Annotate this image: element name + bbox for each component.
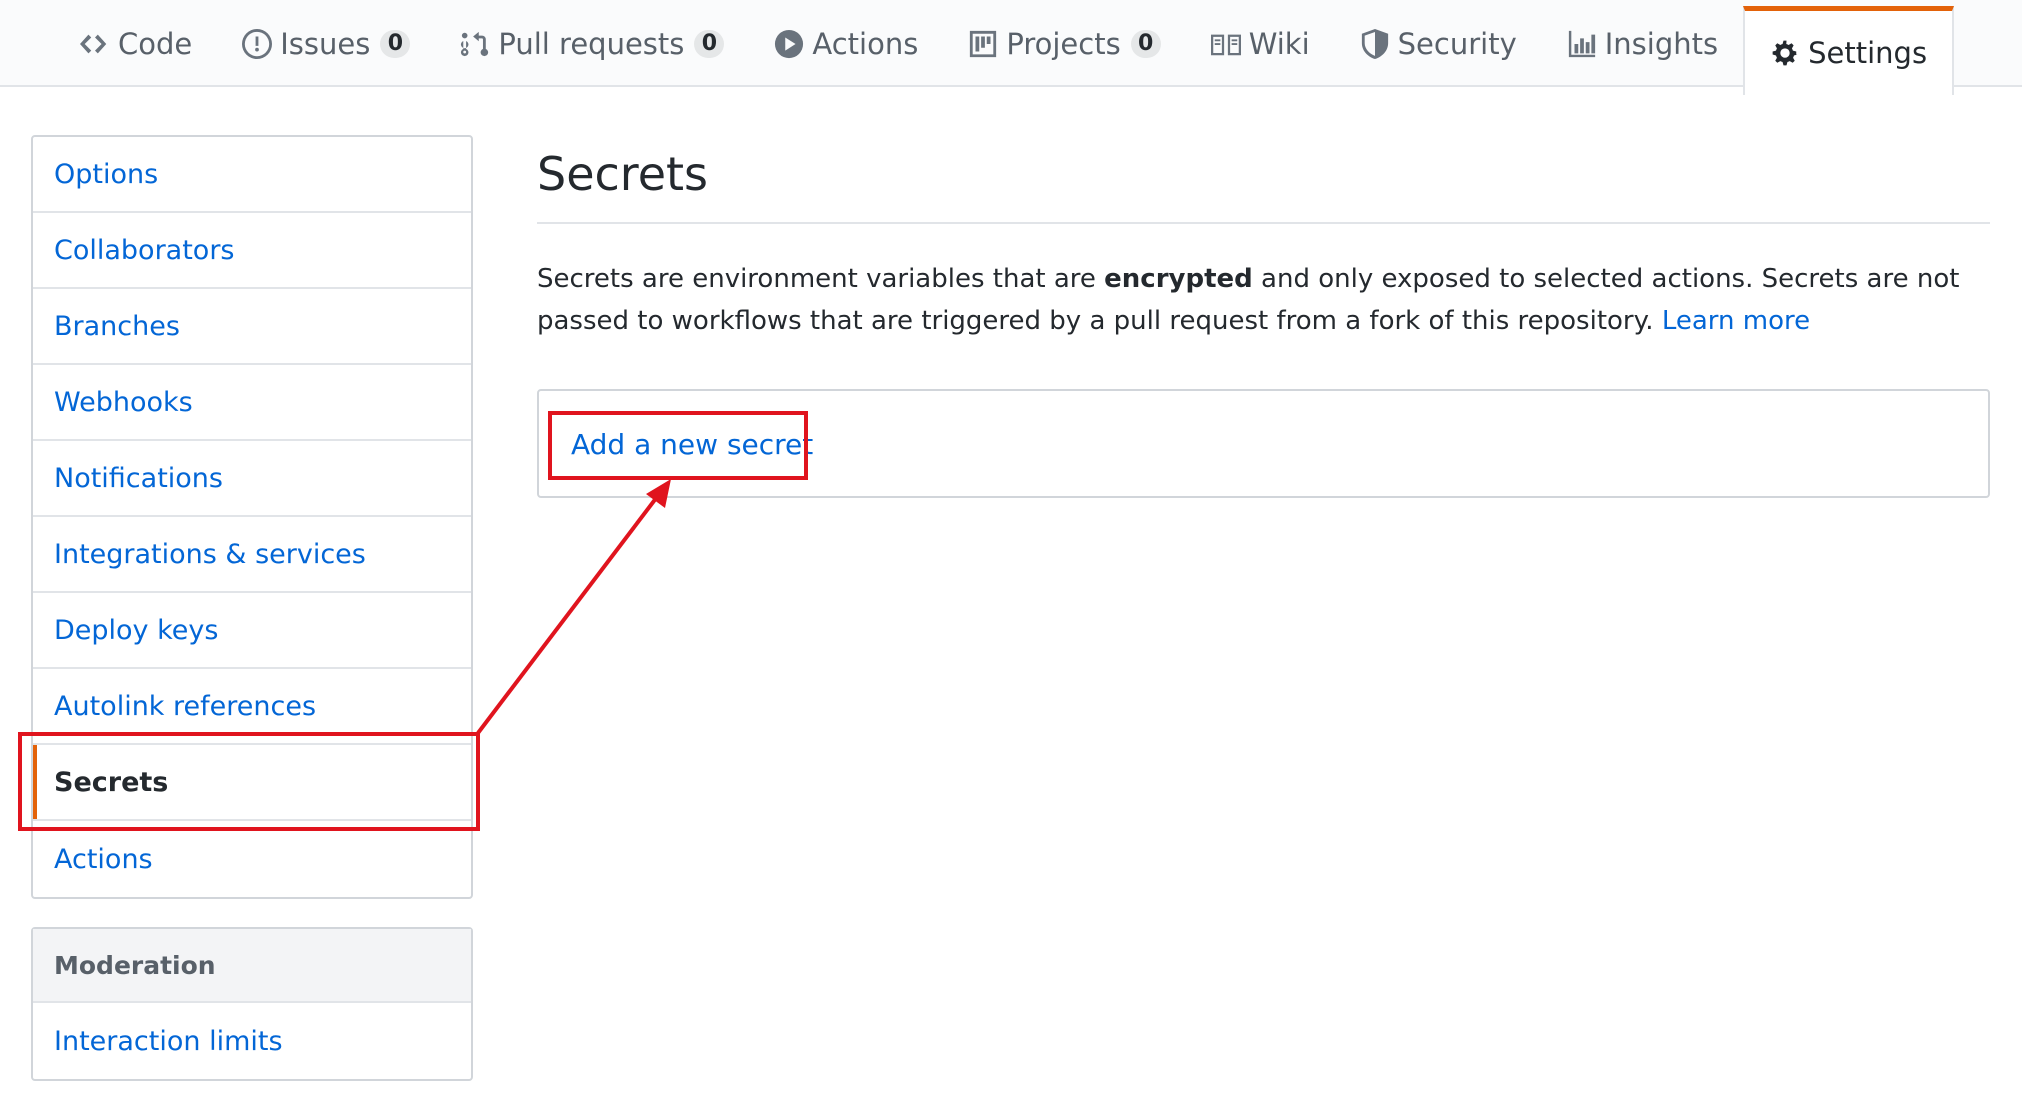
issue-opened-icon <box>242 28 273 59</box>
tab-label: Projects <box>1006 26 1121 61</box>
tab-wiki[interactable]: Wiki <box>1186 0 1335 87</box>
tab-label: Insights <box>1604 26 1719 61</box>
highlight-secrets-item <box>18 732 480 831</box>
tab-actions[interactable]: Actions <box>749 0 943 87</box>
sidebar-item-integrations[interactable]: Integrations & services <box>33 517 471 593</box>
tab-code[interactable]: Code <box>55 0 217 87</box>
sidebar-item-branches[interactable]: Branches <box>33 289 471 365</box>
tab-security[interactable]: Security <box>1335 0 1542 87</box>
moderation-sidebar: Moderation Interaction limits <box>31 927 473 1081</box>
tab-label: Issues <box>280 26 371 61</box>
description-text: Secrets are environment variables that a… <box>537 264 1105 294</box>
sidebar-item-options[interactable]: Options <box>33 137 471 213</box>
tab-issues[interactable]: Issues 0 <box>217 0 435 87</box>
shield-icon <box>1360 28 1390 59</box>
title-divider <box>537 222 1990 224</box>
tab-projects[interactable]: Projects 0 <box>943 0 1185 87</box>
sidebar-item-deploy-keys[interactable]: Deploy keys <box>33 593 471 669</box>
tab-label: Code <box>118 26 193 61</box>
book-icon <box>1210 29 1241 59</box>
graph-icon <box>1567 29 1597 59</box>
description-emphasis: encrypted <box>1104 264 1253 294</box>
repo-nav: Code Issues 0 Pull requests 0 Actions Pr… <box>0 0 2022 95</box>
sidebar-item-interaction-limits[interactable]: Interaction limits <box>33 1003 471 1079</box>
page-title: Secrets <box>537 147 708 201</box>
tab-label: Security <box>1397 26 1517 61</box>
secrets-description: Secrets are environment variables that a… <box>537 258 1997 342</box>
tab-label: Wiki <box>1248 26 1310 61</box>
learn-more-link[interactable]: Learn more <box>1662 306 1810 336</box>
sidebar-item-notifications[interactable]: Notifications <box>33 441 471 517</box>
project-icon <box>968 29 998 59</box>
highlight-add-secret <box>548 411 808 480</box>
issues-counter: 0 <box>380 29 411 58</box>
tab-pull-requests[interactable]: Pull requests 0 <box>435 0 749 87</box>
sidebar-item-webhooks[interactable]: Webhooks <box>33 365 471 441</box>
tab-label: Pull requests <box>498 26 685 61</box>
play-icon <box>774 29 804 59</box>
tab-label: Settings <box>1808 36 1928 70</box>
code-icon <box>80 29 110 59</box>
moderation-heading: Moderation <box>33 929 471 1003</box>
tab-label: Actions <box>812 26 919 61</box>
tab-settings[interactable]: Settings <box>1743 6 1955 95</box>
tab-insights[interactable]: Insights <box>1542 0 1743 87</box>
git-pull-request-icon <box>460 29 490 59</box>
projects-counter: 0 <box>1130 29 1161 58</box>
pull-requests-counter: 0 <box>694 29 725 58</box>
sidebar-item-collaborators[interactable]: Collaborators <box>33 213 471 289</box>
repo-tabs: Code Issues 0 Pull requests 0 Actions Pr… <box>55 0 1955 95</box>
sidebar-item-actions[interactable]: Actions <box>33 821 471 897</box>
gear-icon <box>1770 38 1800 68</box>
